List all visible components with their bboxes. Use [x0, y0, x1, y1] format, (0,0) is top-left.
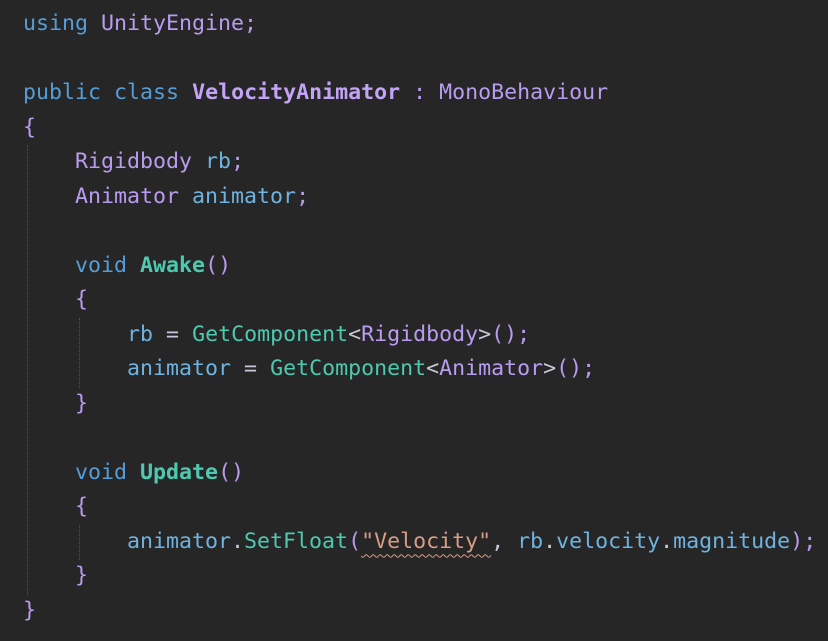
code-token: "Velocity"	[361, 528, 492, 554]
code-token: >	[478, 321, 492, 347]
code-token: ();	[556, 356, 596, 381]
code-token: ();	[491, 321, 531, 347]
indent-guide	[79, 318, 80, 388]
code-token: public	[23, 80, 102, 105]
code-token: velocity	[556, 528, 661, 554]
code-token: Awake	[140, 252, 206, 278]
code-token: animator	[127, 356, 232, 381]
code-token: {	[75, 287, 89, 312]
code-token: ;	[296, 183, 310, 209]
code-token: Animator	[75, 183, 180, 209]
code-token: <	[348, 321, 362, 347]
code-line[interactable]: void Awake()	[23, 249, 816, 284]
code-token: ()	[218, 459, 245, 485]
code-token: >	[543, 356, 557, 381]
code-token: GetComponent	[192, 321, 349, 347]
code-token: <	[426, 356, 440, 381]
indent-guide	[27, 145, 28, 595]
code-token: Animator	[439, 356, 544, 381]
code-line[interactable]	[23, 421, 816, 456]
code-line[interactable]	[23, 42, 816, 77]
code-token: magnitude	[673, 528, 791, 554]
code-token: void	[75, 252, 128, 278]
code-token: .	[660, 528, 674, 554]
code-token: rb	[127, 321, 154, 347]
code-line[interactable]: }	[23, 387, 816, 422]
code-token: rb	[517, 528, 544, 554]
code-token: Rigidbody	[75, 149, 193, 174]
code-line[interactable]: public class VelocityAnimator : MonoBeha…	[23, 76, 816, 111]
code-token: .	[543, 528, 557, 554]
code-token: VelocityAnimator	[192, 80, 401, 105]
code-editor[interactable]: using UnityEngine; public class Velocity…	[23, 7, 816, 628]
code-token: SetFloat	[244, 528, 349, 554]
code-line[interactable]: animator.SetFloat("Velocity", rb.velocit…	[23, 525, 816, 560]
code-line[interactable]: {	[23, 490, 816, 525]
code-line[interactable]: animator = GetComponent<Animator>();	[23, 352, 816, 387]
code-token: }	[23, 597, 37, 623]
code-token: animator	[127, 528, 232, 554]
code-token: {	[23, 114, 37, 140]
code-token: MonoBehaviour	[439, 80, 609, 105]
code-token: );	[790, 528, 817, 554]
code-token: {	[75, 494, 89, 519]
code-line[interactable]: {	[23, 283, 816, 318]
code-token: .	[231, 528, 245, 554]
code-token: ,	[491, 528, 518, 554]
code-line[interactable]: Rigidbody rb;	[23, 145, 816, 180]
code-token: void	[75, 459, 128, 485]
code-token: ()	[205, 252, 232, 278]
code-token: ;	[244, 11, 258, 36]
code-token: (	[348, 528, 362, 554]
code-line[interactable]: using UnityEngine;	[23, 7, 816, 42]
code-token: GetComponent	[270, 356, 427, 381]
code-line[interactable]: Animator animator;	[23, 180, 816, 215]
code-token: =	[244, 356, 258, 381]
code-line[interactable]: void Update()	[23, 456, 816, 491]
code-token: =	[166, 321, 180, 347]
code-token: rb	[205, 149, 232, 174]
code-line[interactable]: }	[23, 594, 816, 629]
code-token: Update	[140, 459, 219, 485]
code-token: ;	[231, 149, 245, 174]
code-token: Rigidbody	[361, 321, 479, 347]
code-token: using	[23, 11, 89, 36]
code-line[interactable]	[23, 214, 816, 249]
code-token: class	[114, 80, 180, 105]
code-token: :	[413, 80, 427, 105]
code-line[interactable]: {	[23, 111, 816, 146]
code-token: }	[75, 390, 89, 416]
code-token: UnityEngine	[101, 11, 245, 36]
code-token: animator	[192, 183, 297, 209]
indent-guide	[79, 525, 80, 560]
code-line[interactable]: }	[23, 559, 816, 594]
code-line[interactable]: rb = GetComponent<Rigidbody>();	[23, 318, 816, 353]
code-token: }	[75, 563, 89, 588]
